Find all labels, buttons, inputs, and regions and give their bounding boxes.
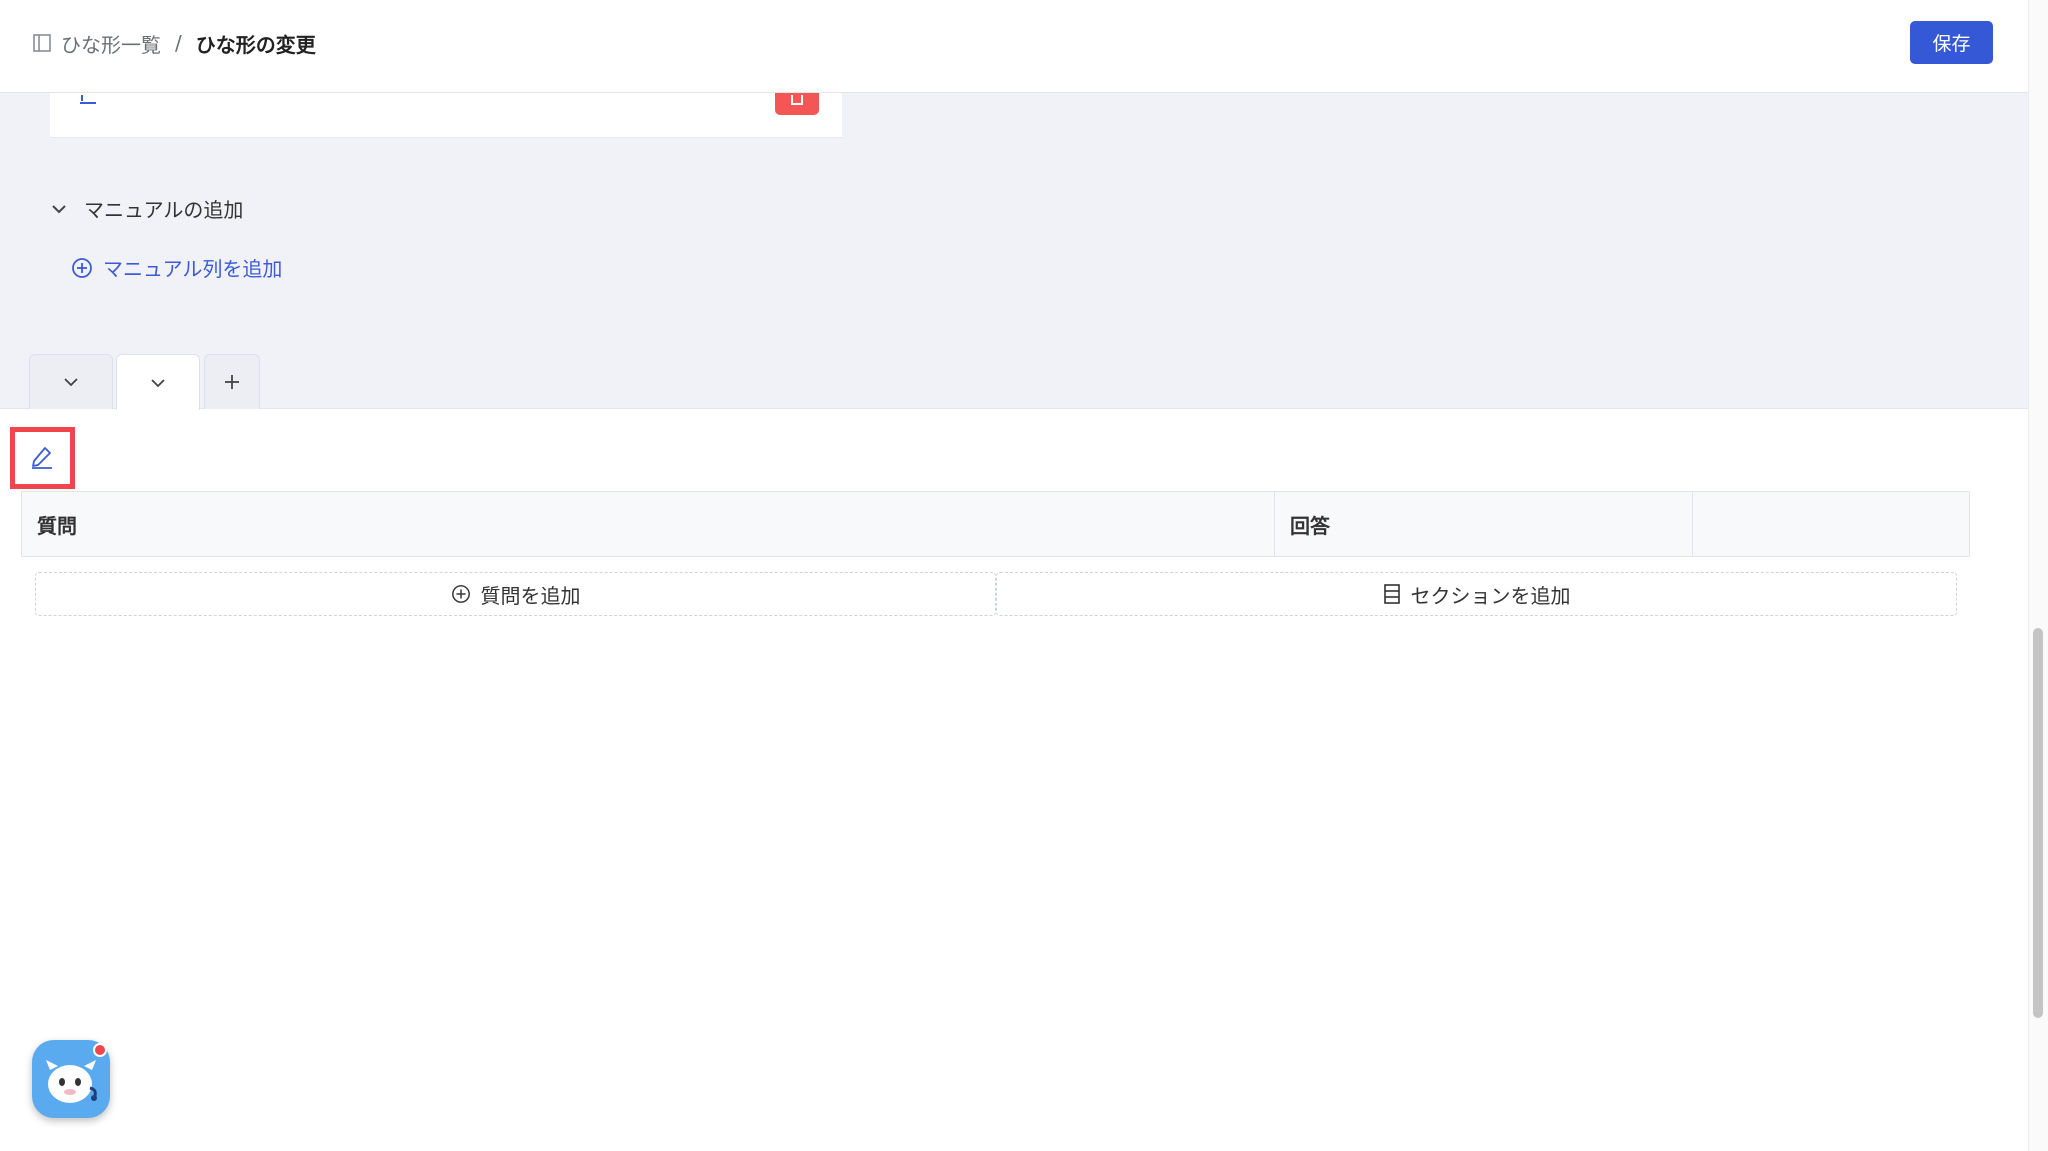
- edit-icon[interactable]: [78, 95, 98, 105]
- add-manual-column-label: マニュアル列を追加: [103, 257, 283, 281]
- add-question-label: 質問を追加: [480, 583, 581, 608]
- section-icon: [1383, 584, 1400, 604]
- tab-2-active[interactable]: [116, 354, 200, 410]
- manual-card: [50, 93, 842, 138]
- column-header-question: 質問: [22, 492, 1275, 556]
- breadcrumb-separator: /: [175, 31, 182, 55]
- plus-circle-icon: [451, 585, 470, 603]
- scrollbar-thumb[interactable]: [2033, 628, 2043, 1018]
- add-question-button[interactable]: 質問を追加: [35, 572, 996, 616]
- plus-circle-icon: [72, 257, 92, 278]
- chevron-down-icon[interactable]: [50, 200, 68, 218]
- save-button[interactable]: 保存: [1910, 21, 1993, 64]
- chevron-down-icon[interactable]: [62, 373, 80, 391]
- panel-icon: [33, 34, 51, 52]
- column-header-empty: [1693, 492, 1969, 556]
- table-header: 質問 回答: [21, 491, 1970, 557]
- breadcrumb: ひな形一覧 / ひな形の変更: [33, 28, 316, 58]
- page-title: ひな形の変更: [195, 32, 316, 57]
- pencil-icon[interactable]: [30, 445, 54, 469]
- manual-area: [0, 93, 2028, 409]
- add-section-button[interactable]: セクションを追加: [996, 572, 1957, 616]
- notification-badge: [93, 1043, 107, 1057]
- tab-1[interactable]: [29, 354, 113, 409]
- breadcrumb-parent-link[interactable]: ひな形一覧: [61, 29, 161, 58]
- section-title: マニュアルの追加: [84, 198, 244, 222]
- add-section-label: セクションを追加: [1410, 583, 1571, 608]
- add-manual-column-button[interactable]: マニュアル列を追加: [71, 253, 282, 282]
- trash-icon: [791, 95, 803, 105]
- chevron-down-icon[interactable]: [149, 374, 167, 392]
- add-tab-button[interactable]: [204, 354, 260, 409]
- column-header-answer: 回答: [1275, 492, 1693, 556]
- delete-button[interactable]: [775, 93, 819, 115]
- plus-icon: [225, 375, 239, 389]
